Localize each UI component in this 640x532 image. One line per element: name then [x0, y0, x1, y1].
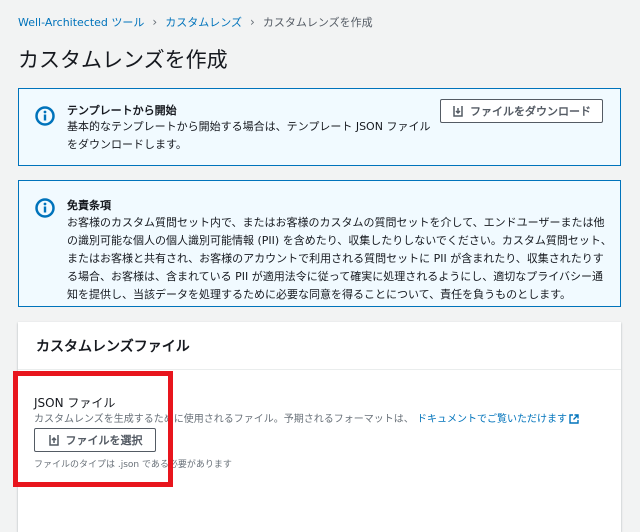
choose-file-button[interactable]: ファイルを選択: [34, 428, 156, 452]
json-file-label: JSON ファイル: [34, 396, 116, 410]
description-text: カスタムレンズを生成するために使用されるファイル。予期されるフォーマットは、: [34, 414, 414, 425]
documentation-link[interactable]: ドキュメントでご覧いただけます: [417, 414, 579, 425]
upload-icon: [48, 435, 59, 446]
download-icon: [453, 106, 463, 117]
breadcrumb: Well-Architected ツール › カスタムレンズ › カスタムレンズ…: [18, 14, 373, 30]
file-type-constraint: ファイルのタイプは .json である必要があります: [34, 460, 232, 470]
download-file-button[interactable]: ファイルをダウンロード: [440, 99, 603, 123]
disclaimer-alert: 免責条項 お客様のカスタム質問セット内で、またはお客様のカスタムの質問セットを介…: [18, 180, 621, 307]
page-title: カスタムレンズを作成: [18, 48, 228, 72]
breadcrumb-link-custom-lenses[interactable]: カスタムレンズ: [165, 14, 242, 30]
chevron-right-icon: ›: [152, 15, 158, 29]
alert-title: 免責条項: [67, 199, 111, 212]
alert-title: テンプレートから開始: [67, 104, 177, 117]
panel-title: カスタムレンズファイル: [18, 322, 621, 370]
choose-file-label: ファイルを選択: [65, 435, 143, 447]
info-icon: [35, 198, 55, 218]
breadcrumb-current: カスタムレンズを作成: [262, 16, 373, 29]
alert-body: 基本的なテンプレートから開始する場合は、テンプレート JSON ファイルをダウン…: [67, 120, 431, 151]
template-info-alert: テンプレートから開始 基本的なテンプレートから開始する場合は、テンプレート JS…: [18, 88, 621, 166]
breadcrumb-link-well-architected[interactable]: Well-Architected ツール: [18, 14, 144, 30]
json-file-description: カスタムレンズを生成するために使用されるファイル。予期されるフォーマットは、 ド…: [34, 410, 579, 425]
chevron-right-icon: ›: [250, 15, 255, 29]
custom-lens-file-panel: カスタムレンズファイル JSON ファイル カスタムレンズを生成するために使用さ…: [18, 322, 621, 532]
alert-body: お客様のカスタム質問セット内で、またはお客様のカスタムの質問セットを介して、エン…: [67, 216, 612, 301]
external-link-icon: [569, 414, 579, 424]
info-icon: [35, 106, 55, 126]
download-button-label: ファイルをダウンロード: [470, 106, 591, 118]
